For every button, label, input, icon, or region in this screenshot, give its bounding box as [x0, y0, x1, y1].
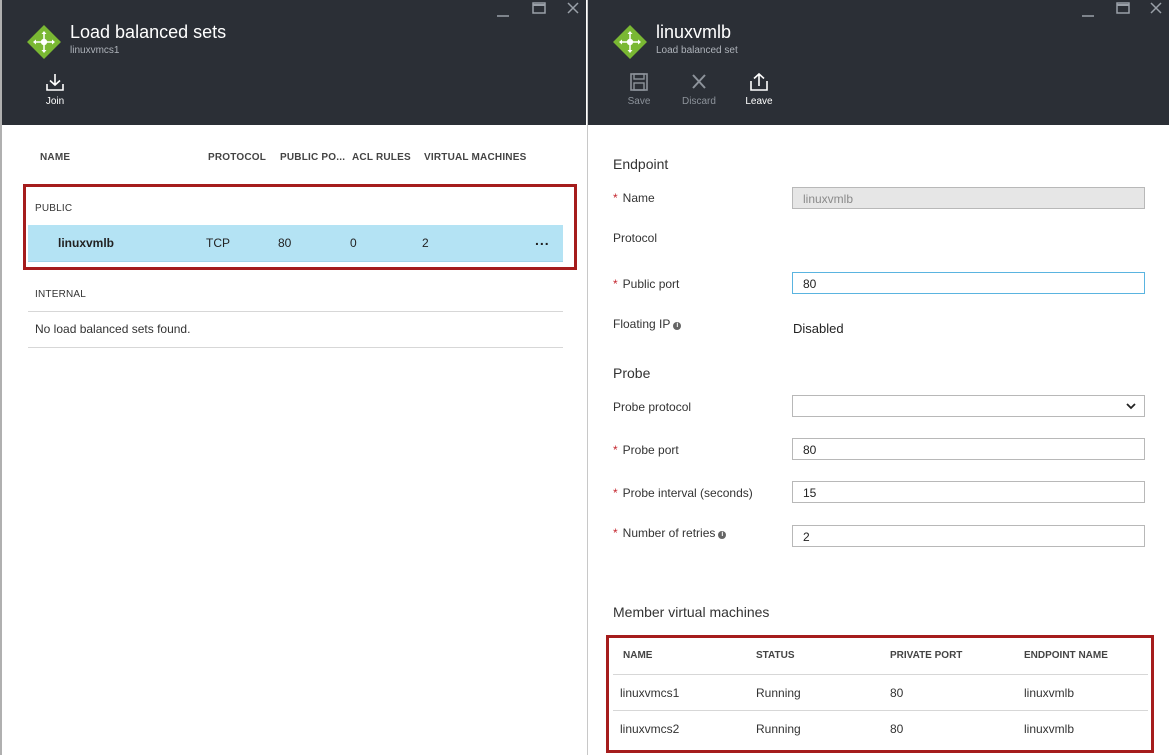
close-icon[interactable] [567, 2, 579, 14]
highlight-box-members [606, 635, 1154, 753]
public-port-field[interactable]: 80 [792, 272, 1145, 294]
required-asterisk: * [613, 486, 618, 500]
blade-header: linuxvmlb Load balanced set Save Discard [588, 0, 1169, 125]
join-button[interactable]: Join [30, 72, 80, 107]
divider [28, 311, 563, 312]
leave-label: Leave [745, 96, 773, 107]
member-vms-section-title: Member virtual machines [613, 604, 770, 620]
probe-protocol-label: Probe protocol [613, 400, 692, 414]
load-balancer-icon [27, 25, 61, 59]
endpoint-section-title: Endpoint [613, 156, 669, 172]
empty-message: No load balanced sets found. [35, 322, 191, 336]
chevron-down-icon [1126, 403, 1136, 410]
join-label: Join [45, 96, 65, 107]
maximize-icon[interactable] [1116, 2, 1130, 14]
name-field[interactable]: linuxvmlb [792, 187, 1145, 209]
retries-label: * Number of retries i [613, 526, 727, 540]
protocol-label: Protocol [613, 231, 658, 245]
info-icon[interactable]: i [673, 322, 682, 330]
info-icon[interactable]: i [718, 531, 727, 539]
required-asterisk: * [613, 526, 618, 540]
floating-ip-label: Floating IP i [613, 317, 682, 331]
column-header-virtual-machines[interactable]: VIRTUAL MACHINES [424, 152, 526, 163]
column-header-acl-rules[interactable]: ACL RULES [352, 152, 411, 163]
blade-title: linuxvmlb [656, 22, 732, 42]
close-icon[interactable] [1150, 2, 1162, 14]
public-port-label: * Public port [613, 277, 680, 291]
blade-subtitle: linuxvmcs1 [70, 45, 120, 56]
download-icon [46, 74, 64, 91]
blade-subtitle: Load balanced set [656, 45, 738, 56]
probe-protocol-select[interactable] [792, 395, 1145, 417]
save-label: Save [627, 96, 651, 107]
discard-icon [692, 74, 706, 89]
column-header-protocol[interactable]: PROTOCOL [208, 152, 266, 163]
probe-interval-field[interactable]: 15 [792, 481, 1145, 503]
save-icon [630, 73, 648, 91]
floating-ip-value: Disabled [793, 321, 844, 336]
discard-label: Discard [682, 96, 716, 107]
divider [28, 347, 563, 348]
column-header-public-port[interactable]: PUBLIC PO... [280, 152, 345, 163]
group-label-internal: INTERNAL [35, 289, 87, 300]
name-label: * Name [613, 191, 655, 205]
leave-button[interactable]: Leave [734, 72, 784, 107]
leave-icon [750, 72, 768, 91]
blade-title: Load balanced sets [70, 22, 227, 42]
probe-section-title: Probe [613, 365, 651, 381]
minimize-icon[interactable] [497, 6, 509, 18]
retries-field[interactable]: 2 [792, 525, 1145, 547]
required-asterisk: * [613, 191, 618, 205]
blade-header: Load balanced sets linuxvmcs1 Join [2, 0, 586, 125]
save-button[interactable]: Save [614, 72, 664, 107]
load-balanced-sets-blade: Load balanced sets linuxvmcs1 Join NAME … [0, 0, 586, 755]
load-balancer-icon [613, 25, 647, 59]
probe-port-field[interactable]: 80 [792, 438, 1145, 460]
highlight-box-public [23, 184, 577, 270]
column-header-name[interactable]: NAME [40, 152, 70, 163]
minimize-icon[interactable] [1082, 6, 1094, 18]
probe-interval-label: * Probe interval (seconds) [613, 486, 753, 500]
required-asterisk: * [613, 277, 618, 291]
discard-button[interactable]: Discard [674, 72, 724, 107]
maximize-icon[interactable] [532, 2, 546, 14]
required-asterisk: * [613, 443, 618, 457]
probe-port-label: * Probe port [613, 443, 679, 457]
